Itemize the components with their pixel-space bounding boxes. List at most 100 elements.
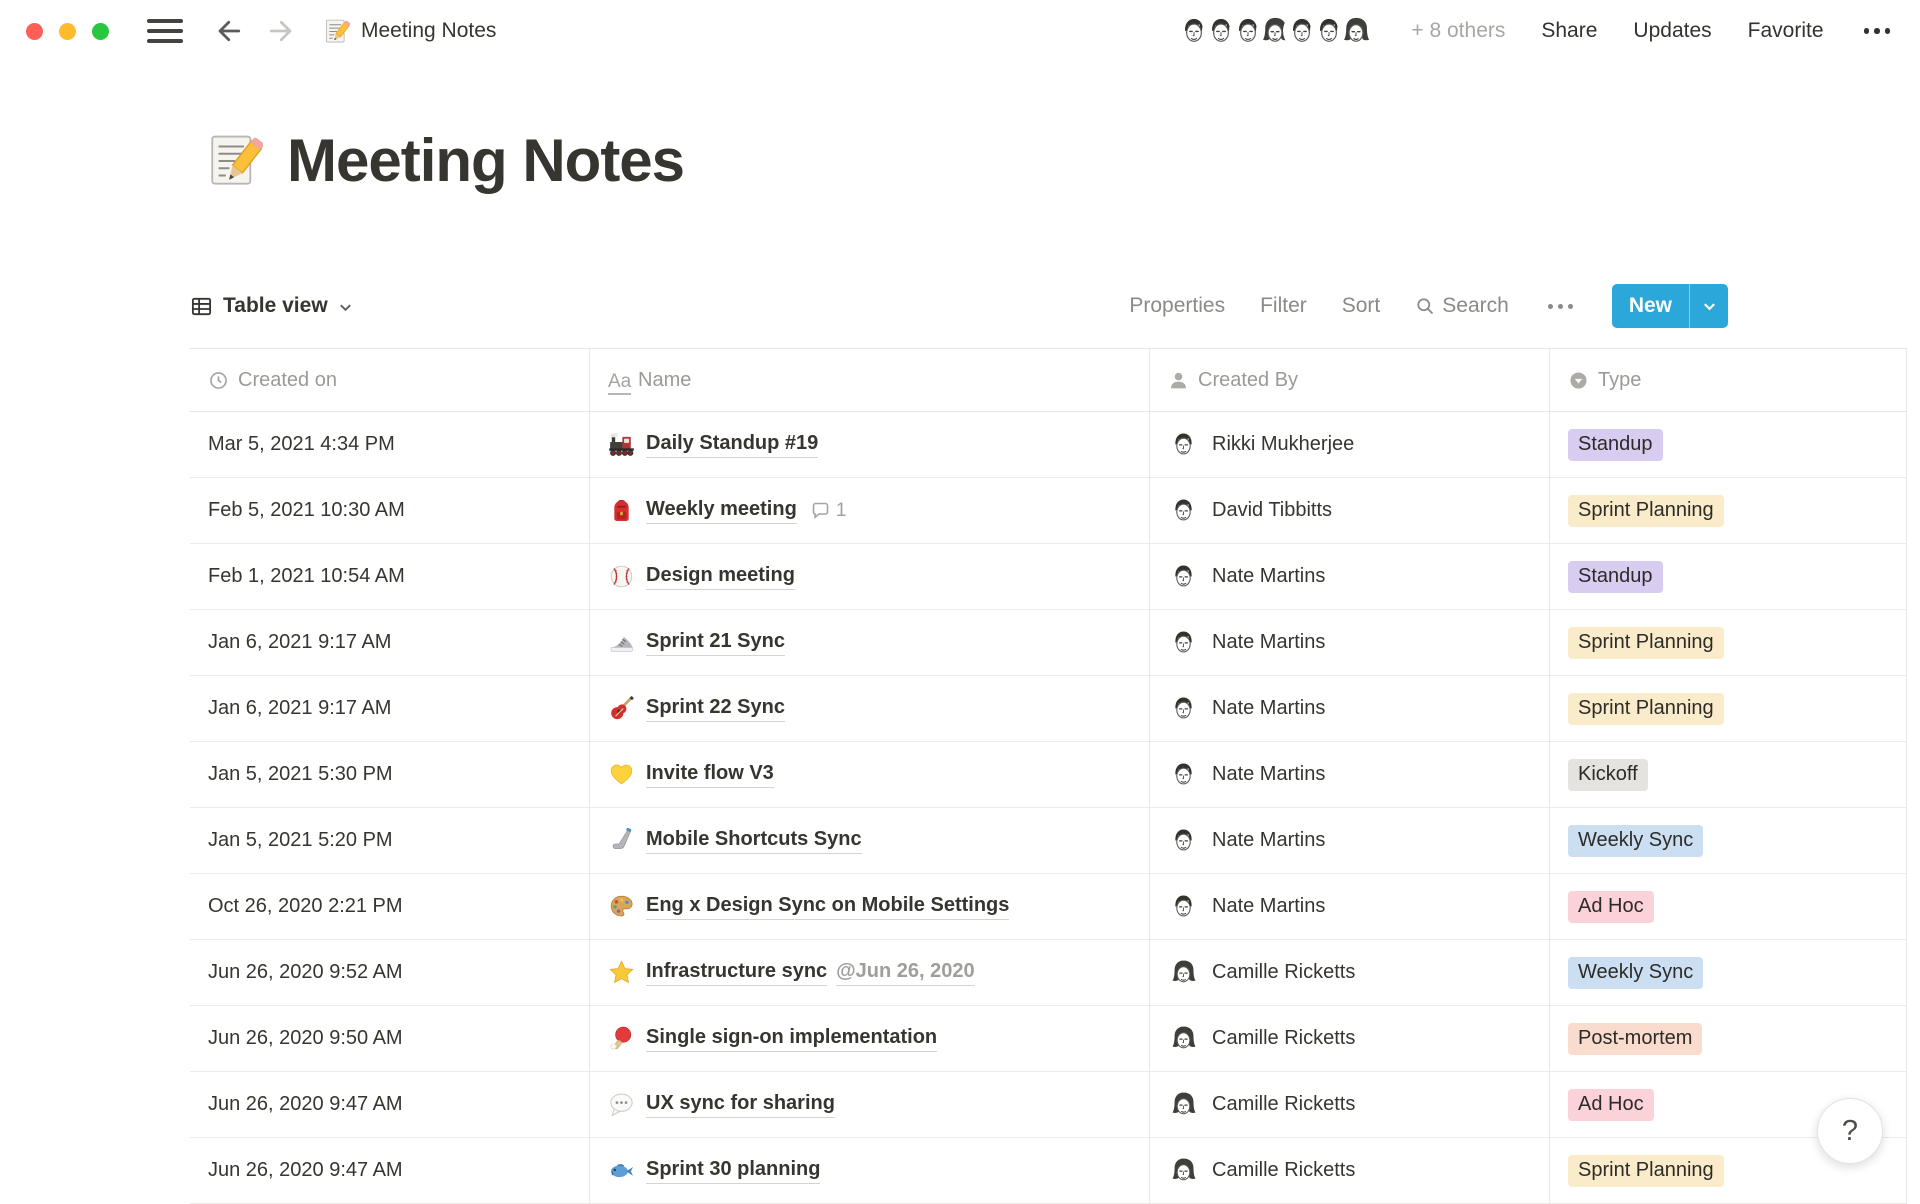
sort-button[interactable]: Sort [1342,294,1381,318]
column-header-created-by[interactable]: Created By [1150,349,1550,411]
name-cell[interactable]: Daily Standup #19 [590,412,1150,477]
page-link[interactable]: Eng x Design Sync on Mobile Settings [646,894,1009,920]
new-dropdown-button[interactable] [1690,284,1728,328]
comment-count[interactable]: 1 [810,500,847,522]
created-on-cell[interactable]: Jun 26, 2020 9:47 AM [190,1138,590,1203]
type-cell[interactable]: Sprint Planning [1550,610,1907,675]
creator-avatar [1168,1023,1199,1054]
type-cell[interactable]: Weekly Sync [1550,808,1907,873]
created-on-cell[interactable]: Mar 5, 2021 4:34 PM [190,412,590,477]
table-row: Jan 6, 2021 9:17 AM Sprint 22 Sync Nate Ma… [190,676,1907,742]
type-cell[interactable]: Ad Hoc [1550,874,1907,939]
type-cell[interactable]: Weekly Sync [1550,940,1907,1005]
type-cell[interactable]: Sprint Planning [1550,478,1907,543]
new-button-label[interactable]: New [1612,284,1689,328]
page-link[interactable]: Mobile Shortcuts Sync [646,828,862,854]
created-by-cell[interactable]: David Tibbitts [1150,478,1550,543]
created-on-cell[interactable]: Oct 26, 2020 2:21 PM [190,874,590,939]
help-button[interactable]: ? [1817,1098,1883,1164]
page-link[interactable]: Weekly meeting [646,498,797,524]
column-header-created-on[interactable]: Created on [190,349,590,411]
type-cell[interactable]: Standup [1550,412,1907,477]
page-link[interactable]: Sprint 30 planning [646,1158,820,1184]
close-window-button[interactable] [26,23,43,40]
name-cell[interactable]: Single sign-on implementation [590,1006,1150,1071]
column-header-name[interactable]: AaName [590,349,1150,411]
created-on-cell[interactable]: Jan 5, 2021 5:20 PM [190,808,590,873]
creator-name: Camille Ricketts [1212,1093,1355,1116]
creator-name: Nate Martins [1212,565,1325,588]
created-by-cell[interactable]: Camille Ricketts [1150,940,1550,1005]
created-by-cell[interactable]: Nate Martins [1150,544,1550,609]
created-on-cell[interactable]: Feb 1, 2021 10:54 AM [190,544,590,609]
name-cell[interactable]: Design meeting [590,544,1150,609]
page-link[interactable]: UX sync for sharing [646,1092,835,1118]
created-on-cell[interactable]: Jun 26, 2020 9:50 AM [190,1006,590,1071]
type-cell[interactable]: Sprint Planning [1550,676,1907,741]
back-arrow-icon[interactable] [215,16,245,46]
creator-name: Nate Martins [1212,895,1325,918]
created-on-cell[interactable]: Jan 6, 2021 9:17 AM [190,676,590,741]
created-on-cell[interactable]: Jan 6, 2021 9:17 AM [190,610,590,675]
minimize-window-button[interactable] [59,23,76,40]
created-by-cell[interactable]: Rikki Mukherjee [1150,412,1550,477]
created-on-cell[interactable]: Feb 5, 2021 10:30 AM [190,478,590,543]
type-cell[interactable]: Post-mortem [1550,1006,1907,1071]
created-by-cell[interactable]: Nate Martins [1150,874,1550,939]
sidebar-menu-icon[interactable] [147,19,183,43]
page-link[interactable]: Single sign-on implementation [646,1026,937,1052]
created-by-cell[interactable]: Nate Martins [1150,676,1550,741]
name-cell[interactable]: Weekly meeting 1 [590,478,1150,543]
page-link[interactable]: Daily Standup #19 [646,432,818,458]
updates-button[interactable]: Updates [1633,19,1711,43]
page-link[interactable]: Design meeting [646,564,795,590]
type-badge: Weekly Sync [1568,825,1703,857]
maximize-window-button[interactable] [92,23,109,40]
name-cell[interactable]: Sprint 30 planning [590,1138,1150,1203]
created-by-cell[interactable]: Camille Ricketts [1150,1006,1550,1071]
search-button[interactable]: Search [1415,294,1509,318]
clock-icon [208,370,229,391]
name-cell[interactable]: Infrastructure sync @Jun 26, 2020 [590,940,1150,1005]
name-cell[interactable]: UX sync for sharing [590,1072,1150,1137]
new-button[interactable]: New [1612,284,1728,328]
column-label: Name [638,369,691,392]
page-link[interactable]: Infrastructure sync [646,960,827,986]
filter-button[interactable]: Filter [1260,294,1307,318]
favorite-button[interactable]: Favorite [1748,19,1824,43]
page-link[interactable]: Sprint 21 Sync [646,630,785,656]
name-cell[interactable]: Sprint 21 Sync [590,610,1150,675]
created-on-cell[interactable]: Jan 5, 2021 5:30 PM [190,742,590,807]
column-header-type[interactable]: Type [1550,349,1907,411]
creator-avatar [1168,693,1199,724]
share-button[interactable]: Share [1541,19,1597,43]
collaborators-overflow-count: + 8 others [1411,19,1505,43]
date-mention[interactable]: @Jun 26, 2020 [836,960,974,986]
name-cell[interactable]: Mobile Shortcuts Sync [590,808,1150,873]
type-cell[interactable]: Kickoff [1550,742,1907,807]
created-by-cell[interactable]: Camille Ricketts [1150,1138,1550,1203]
created-by-cell[interactable]: Nate Martins [1150,808,1550,873]
view-options-icon[interactable] [1544,300,1577,313]
window-titlebar: Meeting Notes + 8 others Share Updates Fav… [0,0,1920,62]
ping-pong-emoji [608,1025,635,1052]
created-on-cell[interactable]: Jun 26, 2020 9:52 AM [190,940,590,1005]
breadcrumb[interactable]: Meeting Notes [323,18,496,45]
locomotive-emoji [608,431,635,458]
name-cell[interactable]: Invite flow V3 [590,742,1150,807]
page-link[interactable]: Invite flow V3 [646,762,774,788]
properties-button[interactable]: Properties [1129,294,1225,318]
table-view-switcher[interactable]: Table view [190,294,353,318]
page-link[interactable]: Sprint 22 Sync [646,696,785,722]
type-cell[interactable]: Standup [1550,544,1907,609]
created-by-cell[interactable]: Nate Martins [1150,610,1550,675]
created-by-cell[interactable]: Nate Martins [1150,742,1550,807]
created-on-cell[interactable]: Jun 26, 2020 9:47 AM [190,1072,590,1137]
name-cell[interactable]: Sprint 22 Sync [590,676,1150,741]
speech-balloon-emoji [608,1091,635,1118]
star-emoji [608,959,635,986]
more-options-icon[interactable] [1860,24,1895,38]
created-by-cell[interactable]: Camille Ricketts [1150,1072,1550,1137]
name-cell[interactable]: Eng x Design Sync on Mobile Settings [590,874,1150,939]
forward-arrow-icon[interactable] [265,16,295,46]
